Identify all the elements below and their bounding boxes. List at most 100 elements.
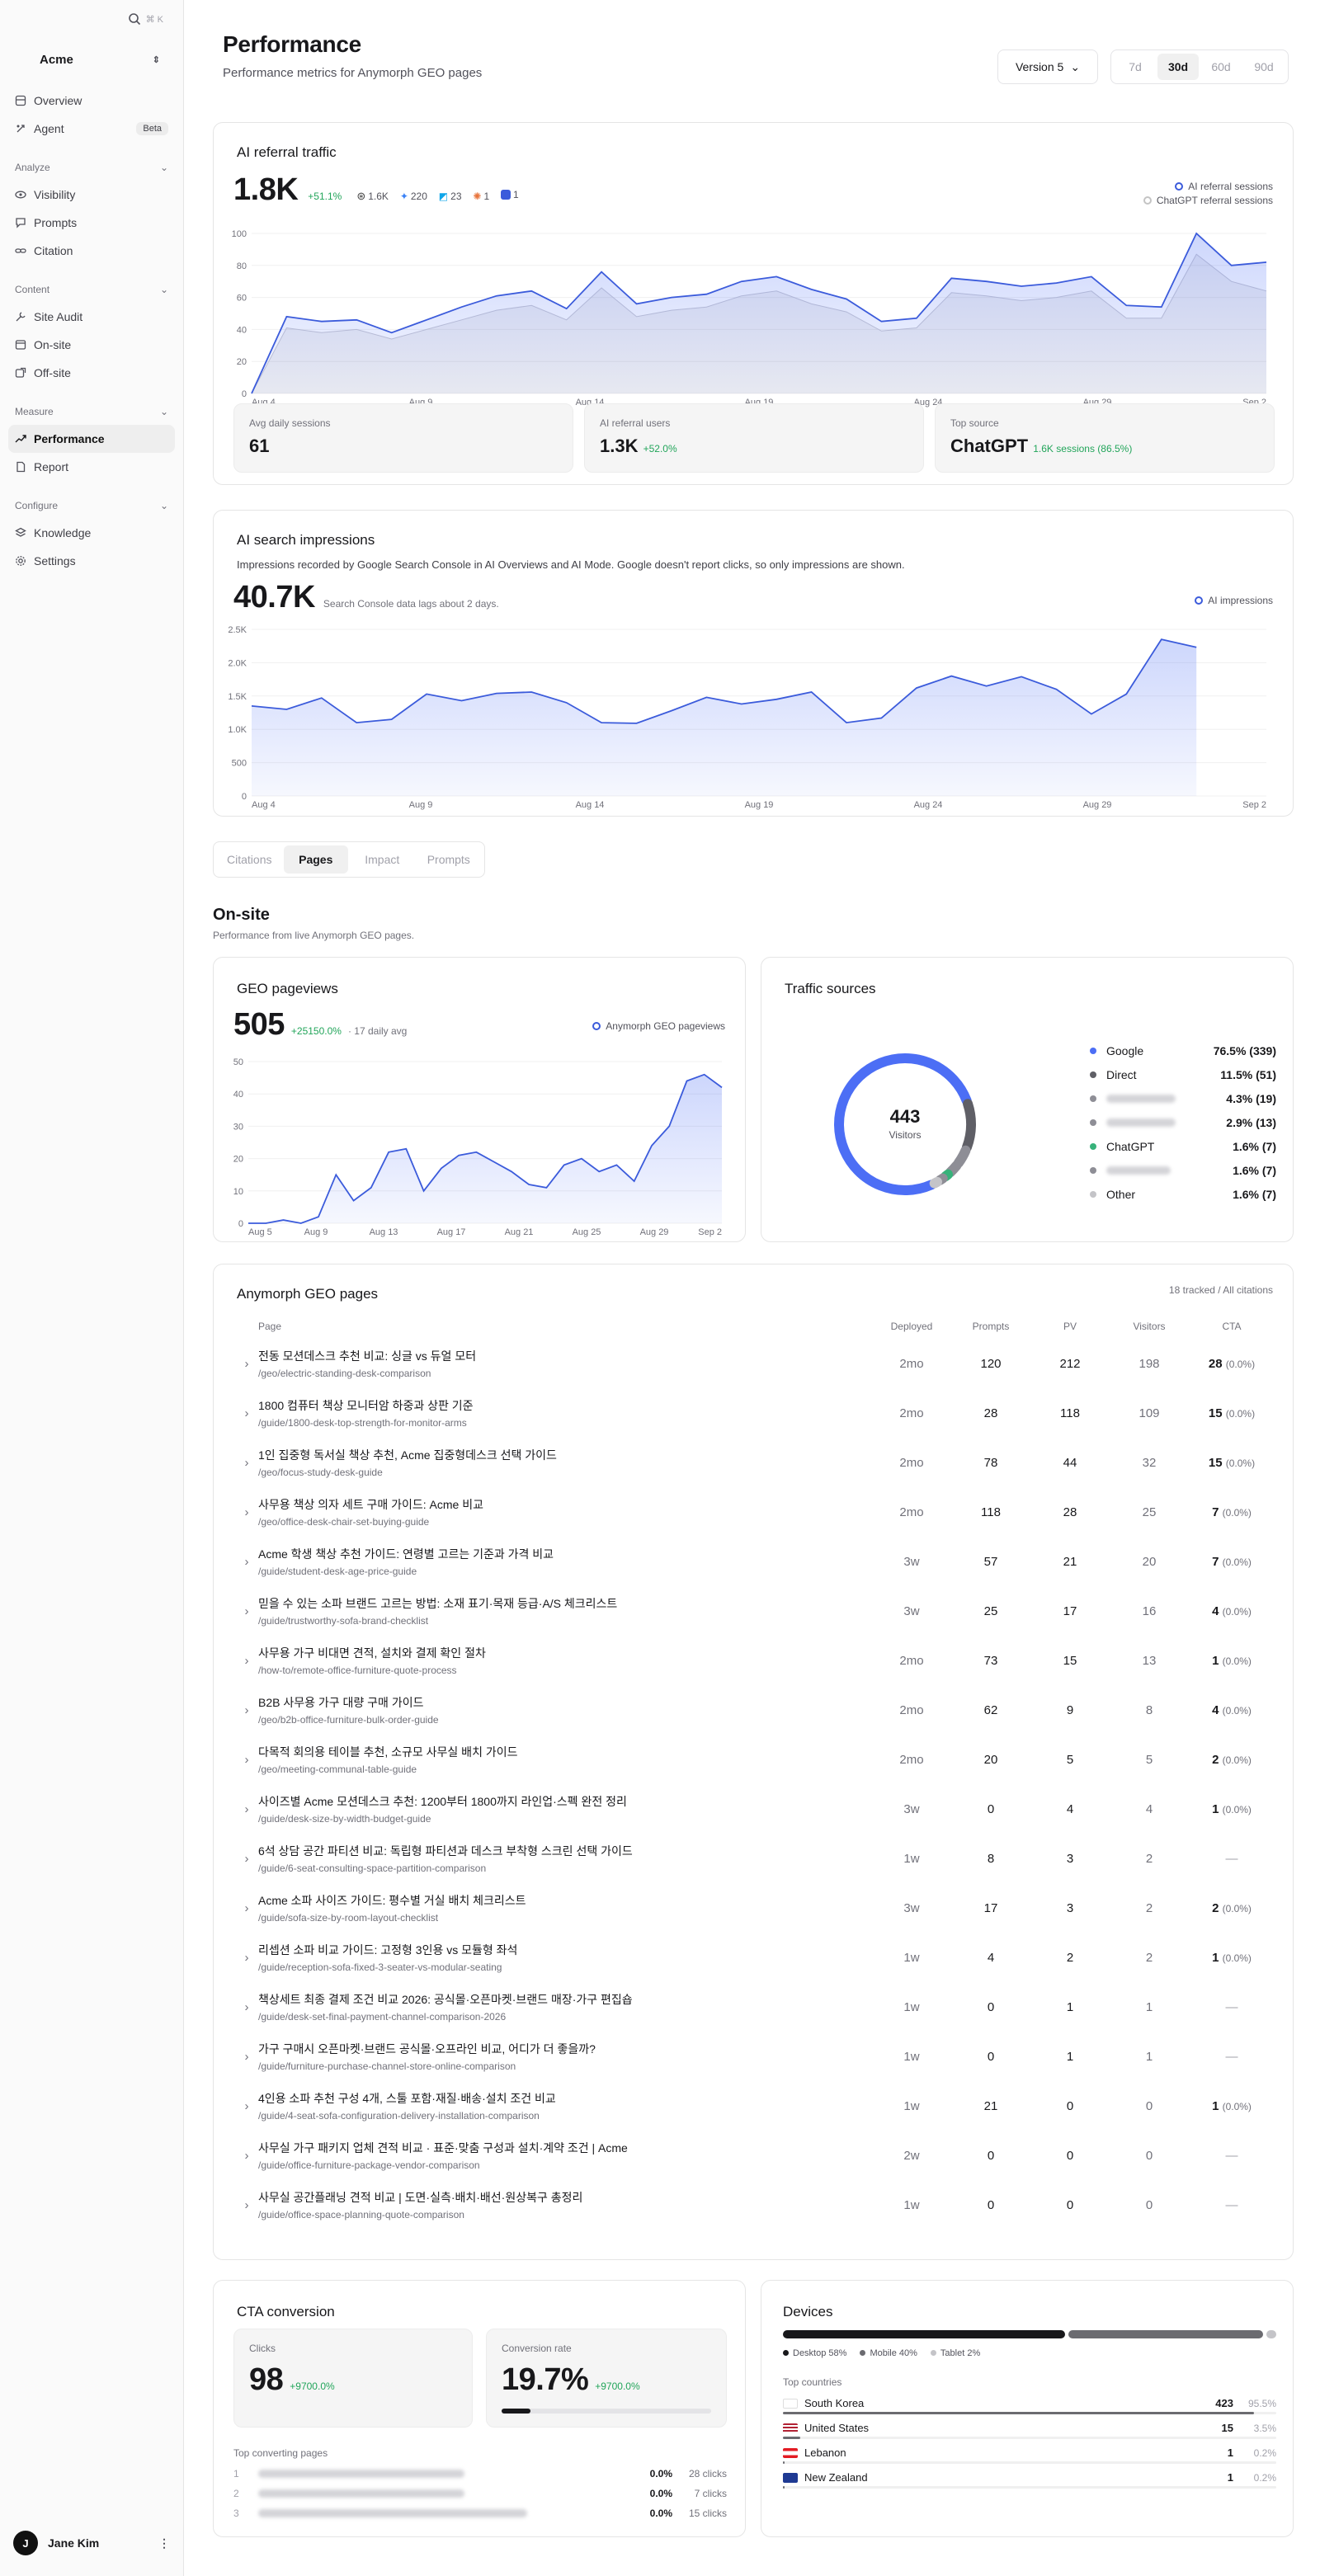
page-cell[interactable]: 사무용 가구 비대면 견적, 설치와 결제 확인 절차/how-to/remot… (258, 1636, 872, 1685)
nav-group-analyze[interactable]: Analyze ⌄ (15, 158, 168, 177)
legend-label: Anymorph GEO pageviews (606, 1020, 725, 1032)
table-row[interactable]: › 리셉션 소파 비교 가이드: 고정형 3인용 vs 모듈형 좌석/guide… (235, 1933, 1275, 1982)
page-cell[interactable]: 6석 상담 공간 파티션 비교: 독립형 파티션과 데스크 부착형 스크린 선택… (258, 1834, 872, 1883)
page-cell[interactable]: B2B 사무용 가구 대량 구매 가이드/geo/b2b-office-furn… (258, 1685, 872, 1735)
range-30d[interactable]: 30d (1157, 54, 1199, 80)
chevron-right-icon[interactable]: › (235, 1636, 258, 1685)
chevron-right-icon[interactable]: › (235, 1883, 258, 1933)
nav-group-measure[interactable]: Measure ⌄ (15, 402, 168, 421)
sidebar-item-citation[interactable]: Citation (8, 237, 175, 265)
table-row[interactable]: › 전동 모션데스크 추천 비교: 싱글 vs 듀얼 모터/geo/electr… (235, 1339, 1275, 1388)
table-row[interactable]: › 사이즈별 Acme 모션데스크 추천: 1200부터 1800까지 라인업·… (235, 1784, 1275, 1834)
page-cell[interactable]: 다목적 회의용 테이블 추천, 소규모 사무실 배치 가이드/geo/meeti… (258, 1735, 872, 1784)
chevron-right-icon[interactable]: › (235, 1339, 258, 1388)
chevron-right-icon[interactable]: › (235, 1388, 258, 1438)
chevron-right-icon[interactable]: › (235, 1487, 258, 1537)
visitors-cell: 2 (1145, 1900, 1153, 1915)
sidebar-item-visibility[interactable]: Visibility (8, 181, 175, 209)
page-cell[interactable]: Acme 소파 사이즈 가이드: 평수별 거실 배치 체크리스트/guide/s… (258, 1883, 872, 1933)
sidebar-item-settings[interactable]: Settings (8, 547, 175, 575)
visitors-cell: 8 (1145, 1702, 1153, 1717)
range-7d[interactable]: 7d (1115, 54, 1156, 80)
nav-group-label: Configure (15, 500, 59, 511)
table-row[interactable]: › 4인용 소파 추천 구성 4개, 스툴 포함·재질·배송·설치 조건 비교 /… (235, 2081, 1275, 2131)
sidebar-item-overview[interactable]: Overview (8, 87, 175, 115)
table-row[interactable]: › 1인 집중형 독서실 책상 추천, Acme 집중형데스크 선택 가이드/g… (235, 1438, 1275, 1487)
page-cell[interactable]: 믿을 수 있는 소파 브랜드 고르는 방법: 소재 표기·목재 등급·A/S 체… (258, 1586, 872, 1636)
table-row[interactable]: › Acme 학생 책상 추천 가이드: 연령별 고르는 기준과 가격 비교/g… (235, 1537, 1275, 1586)
range-90d[interactable]: 90d (1243, 54, 1285, 80)
table-row[interactable]: › 믿을 수 있는 소파 브랜드 고르는 방법: 소재 표기·목재 등급·A/S… (235, 1586, 1275, 1636)
tab-bar[interactable]: Citations Pages Impact Prompts (213, 841, 485, 878)
chevron-right-icon[interactable]: › (235, 1586, 258, 1636)
chevron-right-icon[interactable]: › (235, 1685, 258, 1735)
page-cell[interactable]: 사이즈별 Acme 모션데스크 추천: 1200부터 1800까지 라인업·스펙… (258, 1784, 872, 1834)
chevron-right-icon[interactable]: › (235, 2131, 258, 2180)
page-cell[interactable]: 사무용 책상 의자 세트 구매 가이드: Acme 비교/geo/office-… (258, 1487, 872, 1537)
table-row[interactable]: › B2B 사무용 가구 대량 구매 가이드/geo/b2b-office-fu… (235, 1685, 1275, 1735)
page-cell[interactable]: 사무실 가구 패키지 업체 견적 비교 · 표준·맞춤 구성과 설치·계약 조건… (258, 2131, 872, 2180)
table-row[interactable]: › Acme 소파 사이즈 가이드: 평수별 거실 배치 체크리스트/guide… (235, 1883, 1275, 1933)
pv-cell: 4 (1066, 1801, 1074, 1816)
sidebar-item-knowledge[interactable]: Knowledge (8, 519, 175, 547)
sidebar-item-prompts[interactable]: Prompts (8, 209, 175, 237)
sidebar-item-site-audit[interactable]: Site Audit (8, 303, 175, 331)
page-cell[interactable]: 1800 컴퓨터 책상 모니터암 하중과 상판 기준/guide/1800-de… (258, 1388, 872, 1438)
chevron-right-icon[interactable]: › (235, 1735, 258, 1784)
table-row[interactable]: › 책상세트 최종 결제 조건 비교 2026: 공식몰·오픈마켓·브랜드 매장… (235, 1982, 1275, 2032)
tab-impact[interactable]: Impact (350, 845, 415, 874)
org-switcher[interactable]: Acme ⇕ (13, 53, 170, 67)
nav-group-configure[interactable]: Configure ⌄ (15, 496, 168, 516)
top-page-row[interactable]: 2 0.0% 7 clicks (233, 2484, 727, 2503)
sidebar-item-performance[interactable]: Performance (8, 425, 175, 453)
cta-value: 4 (1212, 1604, 1219, 1618)
user-menu[interactable]: J Jane Kim ⋮ (13, 2531, 170, 2555)
chevron-right-icon[interactable]: › (235, 1834, 258, 1883)
chevron-right-icon[interactable]: › (235, 1933, 258, 1982)
table-row[interactable]: › 다목적 회의용 테이블 추천, 소규모 사무실 배치 가이드/geo/mee… (235, 1735, 1275, 1784)
page-cell[interactable]: 전동 모션데스크 추천 비교: 싱글 vs 듀얼 모터/geo/electric… (258, 1339, 872, 1388)
page-cell[interactable]: 리셉션 소파 비교 가이드: 고정형 3인용 vs 모듈형 좌석/guide/r… (258, 1933, 872, 1982)
chevron-right-icon[interactable]: › (235, 1537, 258, 1586)
sidebar-search[interactable]: ⌘ K (0, 0, 183, 38)
pv-cell: 21 (1063, 1554, 1077, 1569)
country-row: New Zealand 1 0.2% (783, 2464, 1276, 2489)
chevron-right-icon[interactable]: › (235, 1982, 258, 2032)
sidebar-item-report[interactable]: Report (8, 453, 175, 481)
top-page-row[interactable]: 3 0.0% 15 clicks (233, 2503, 727, 2523)
flag-icon (783, 2398, 798, 2409)
more-vertical-icon[interactable]: ⋮ (158, 2536, 170, 2550)
version-select[interactable]: Version 5 ⌄ (997, 49, 1098, 84)
page-cell[interactable]: Acme 학생 책상 추천 가이드: 연령별 고르는 기준과 가격 비교/gui… (258, 1537, 872, 1586)
page-cell[interactable]: 1인 집중형 독서실 책상 추천, Acme 집중형데스크 선택 가이드/geo… (258, 1438, 872, 1487)
table-row[interactable]: › 가구 구매시 오픈마켓·브랜드 공식몰·오프라인 비교, 어디가 더 좋을까… (235, 2032, 1275, 2081)
nav-group-content[interactable]: Content ⌄ (15, 280, 168, 299)
page-cell[interactable]: 사무실 공간플래닝 견적 비교 | 도면·실측·배치·배선·원상복구 총정리/g… (258, 2180, 872, 2230)
chevron-right-icon[interactable]: › (235, 2081, 258, 2131)
chevron-right-icon[interactable]: › (235, 1438, 258, 1487)
search-icon[interactable] (128, 12, 141, 26)
tab-prompts[interactable]: Prompts (417, 845, 482, 874)
geo-pageviews-card: GEO pageviews 505 +25150.0% · 17 daily a… (213, 957, 746, 1242)
page-cell[interactable]: 가구 구매시 오픈마켓·브랜드 공식몰·오프라인 비교, 어디가 더 좋을까? /… (258, 2032, 872, 2081)
tab-citations[interactable]: Citations (217, 845, 282, 874)
table-row[interactable]: › 사무실 가구 패키지 업체 견적 비교 · 표준·맞춤 구성과 설치·계약 … (235, 2131, 1275, 2180)
sidebar-item-off-site[interactable]: Off-site (8, 359, 175, 387)
top-page-row[interactable]: 1 0.0% 28 clicks (233, 2464, 727, 2484)
page-cell[interactable]: 책상세트 최종 결제 조건 비교 2026: 공식몰·오픈마켓·브랜드 매장·가… (258, 1982, 872, 2032)
table-row[interactable]: › 6석 상담 공간 파티션 비교: 독립형 파티션과 데스크 부착형 스크린 … (235, 1834, 1275, 1883)
table-row[interactable]: › 1800 컴퓨터 책상 모니터암 하중과 상판 기준/guide/1800-… (235, 1388, 1275, 1438)
visitors-cell: 13 (1142, 1653, 1157, 1668)
page-cell[interactable]: 4인용 소파 추천 구성 4개, 스툴 포함·재질·배송·설치 조건 비교/gu… (258, 2081, 872, 2131)
range-60d[interactable]: 60d (1200, 54, 1242, 80)
chevron-right-icon[interactable]: › (235, 2032, 258, 2081)
table-row[interactable]: › 사무실 공간플래닝 견적 비교 | 도면·실측·배치·배선·원상복구 총정리… (235, 2180, 1275, 2230)
sidebar-item-on-site[interactable]: On-site (8, 331, 175, 359)
chevron-right-icon[interactable]: › (235, 1784, 258, 1834)
sidebar-item-agent[interactable]: Agent Beta (8, 115, 175, 143)
range-toggle[interactable]: 7d 30d 60d 90d (1110, 49, 1289, 84)
chevron-right-icon[interactable]: › (235, 2180, 258, 2230)
table-row[interactable]: › 사무용 책상 의자 세트 구매 가이드: Acme 비교/geo/offic… (235, 1487, 1275, 1537)
table-row[interactable]: › 사무용 가구 비대면 견적, 설치와 결제 확인 절차/how-to/rem… (235, 1636, 1275, 1685)
tab-pages[interactable]: Pages (283, 845, 348, 874)
